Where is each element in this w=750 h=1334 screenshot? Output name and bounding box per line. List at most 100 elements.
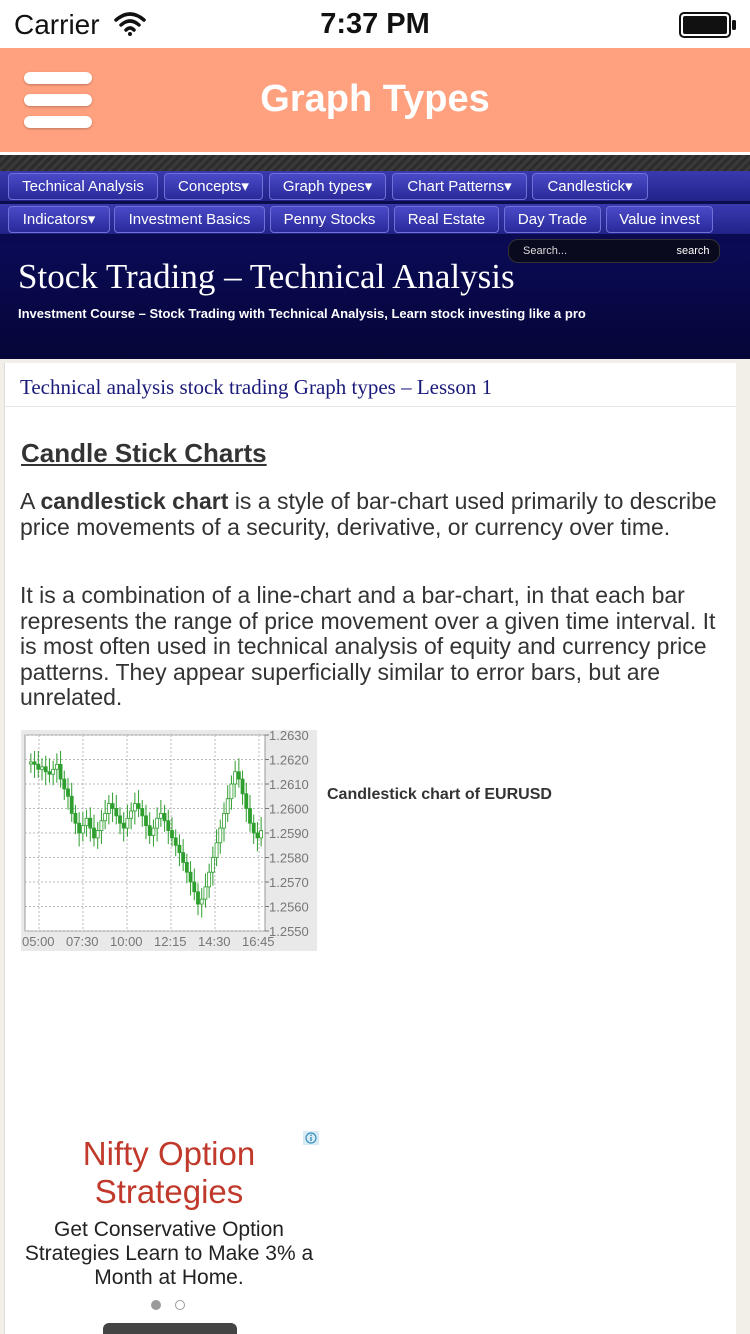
site-banner: Technical Analysis Concepts▾ Graph types… <box>0 155 750 359</box>
candle-body <box>236 771 241 780</box>
nav-row-primary: Technical Analysis Concepts▾ Graph types… <box>0 171 750 201</box>
pagination-dot-active[interactable] <box>151 1300 161 1310</box>
candle-body <box>229 783 234 800</box>
nav-row-secondary: Indicators▾ Investment Basics Penny Stoc… <box>0 204 750 234</box>
app-header: Graph Types <box>0 48 750 152</box>
nav-investment-basics[interactable]: Investment Basics <box>114 206 265 233</box>
article-content: Technical analysis stock trading Graph t… <box>4 363 736 1334</box>
candle-body <box>251 822 256 834</box>
nav-value-invest[interactable]: Value invest <box>606 206 713 233</box>
ad-title[interactable]: Nifty Option Strategies <box>5 1135 333 1211</box>
y-tick-label: 1.2590 <box>269 826 309 841</box>
candle-body <box>129 810 134 819</box>
y-tick-label: 1.2570 <box>269 875 309 890</box>
candle-body <box>151 827 156 836</box>
candle-body <box>88 817 93 829</box>
y-tick-label: 1.2620 <box>269 753 309 768</box>
y-tick-label: 1.2560 <box>269 900 309 915</box>
candle-body <box>62 778 67 790</box>
ad-pagination <box>151 1300 191 1312</box>
description-paragraph: It is a combination of a line-chart and … <box>20 582 716 710</box>
ad-text[interactable]: Get Conservative Option Strategies Learn… <box>17 1218 321 1290</box>
bold-term: candlestick chart <box>40 488 229 514</box>
nav-penny-stocks[interactable]: Penny Stocks <box>270 206 389 233</box>
candle-body <box>92 827 96 839</box>
nav-technical-analysis[interactable]: Technical Analysis <box>8 173 158 200</box>
candle-body <box>73 813 78 824</box>
candle-body <box>147 825 152 836</box>
y-tick-label: 1.2550 <box>269 924 309 939</box>
candle-body <box>240 778 245 795</box>
candle-body <box>166 820 171 831</box>
candle-body <box>218 827 223 844</box>
x-tick-label: 07:30 <box>66 934 99 949</box>
nav-day-trade[interactable]: Day Trade <box>504 206 601 233</box>
candlestick-chart: 1.2630 1.2620 1.2610 1.2600 1.2590 1.2580 1.25… <box>21 730 317 951</box>
candle-body <box>69 795 74 814</box>
search-input[interactable] <box>523 242 653 260</box>
candle-body <box>66 788 70 797</box>
nav-indicators[interactable]: Indicators▾ <box>8 206 110 233</box>
status-time: 7:37 PM <box>320 8 430 40</box>
candle-body <box>140 808 145 817</box>
candle-body <box>36 764 41 770</box>
candle-body <box>114 808 119 817</box>
candle-body <box>248 808 252 824</box>
section-heading: Candle Stick Charts <box>21 438 267 468</box>
x-tick-label: 16:45 <box>242 934 275 949</box>
candle-body <box>77 822 82 834</box>
x-tick-label: 12:15 <box>154 934 187 949</box>
site-title: Stock Trading – Technical Analysis <box>18 257 515 296</box>
candle-body <box>184 861 189 873</box>
candle-body <box>58 764 63 780</box>
candle-body <box>40 766 44 770</box>
lesson-title[interactable]: Technical analysis stock trading Graph t… <box>20 375 492 400</box>
nav-concepts[interactable]: Concepts▾ <box>164 173 263 200</box>
x-tick-label: 05:00 <box>22 934 55 949</box>
pagination-dot[interactable] <box>175 1300 185 1310</box>
site-search: search <box>508 239 720 263</box>
candle-body <box>32 761 37 765</box>
candle-body <box>233 771 238 785</box>
app-title: Graph Types <box>260 78 490 120</box>
chart-caption: Candlestick chart of EURUSD <box>327 786 552 803</box>
intro-paragraph: A candlestick chart is a style of bar-ch… <box>20 488 717 540</box>
candle-body <box>132 803 137 812</box>
candle-body <box>173 837 178 846</box>
nav-real-estate[interactable]: Real Estate <box>394 206 499 233</box>
candle-body <box>177 844 182 853</box>
search-button[interactable]: search <box>671 243 715 259</box>
y-tick-label: 1.2610 <box>269 777 309 792</box>
candle-body <box>181 852 186 863</box>
candle-body <box>110 803 115 809</box>
candle-body <box>106 803 111 814</box>
candle-body <box>47 771 52 775</box>
battery-icon <box>679 12 736 38</box>
chart-svg: 1.2630 1.2620 1.2610 1.2600 1.2590 1.2580 1.25… <box>22 730 309 949</box>
nav-chart-patterns[interactable]: Chart Patterns▾ <box>392 173 527 200</box>
candle-body <box>99 820 104 831</box>
candle-body <box>136 803 141 809</box>
candle-body <box>28 761 33 765</box>
candle-body <box>259 830 264 839</box>
candle-body <box>203 886 208 900</box>
candle-body <box>95 830 100 839</box>
candle-body <box>118 815 122 824</box>
candle-body <box>43 766 48 773</box>
lesson-divider <box>5 406 736 407</box>
nav-candlestick[interactable]: Candlestick▾ <box>532 173 648 200</box>
status-bar: Carrier 7:37 PM <box>0 0 750 48</box>
candle-body <box>188 871 193 883</box>
candle-body <box>54 764 59 770</box>
candle-body <box>144 815 148 827</box>
candle-body <box>170 830 174 839</box>
candle-body <box>255 832 260 839</box>
site-subtitle: Investment Course – Stock Trading with T… <box>18 306 586 321</box>
candle-body <box>210 857 215 873</box>
candle-body <box>84 817 89 827</box>
candle-body <box>158 813 163 819</box>
ad-handle[interactable] <box>103 1323 237 1334</box>
candle-body <box>199 898 204 905</box>
candle-body <box>225 798 230 814</box>
nav-graph-types[interactable]: Graph types▾ <box>269 173 386 200</box>
